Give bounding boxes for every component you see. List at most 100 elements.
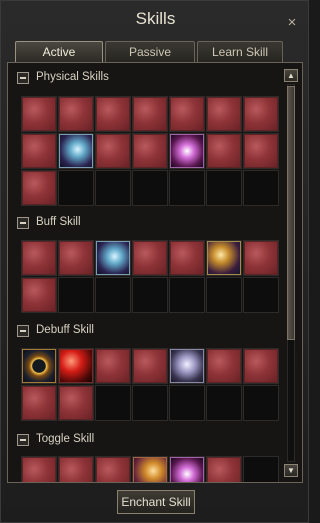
skill-slot	[21, 133, 57, 169]
skill-icon[interactable]	[170, 457, 204, 482]
skill-slot	[95, 277, 131, 313]
skill-slot	[21, 348, 57, 384]
skill-slot	[21, 385, 57, 421]
skill-icon[interactable]	[22, 241, 56, 275]
skill-icon[interactable]	[59, 349, 93, 383]
skill-slot	[58, 240, 94, 276]
skill-slot	[95, 133, 131, 169]
skills-window: Skills × Active Passive Learn Skill Phys…	[0, 0, 309, 523]
skill-icon[interactable]	[59, 386, 93, 420]
skill-icon[interactable]	[170, 241, 204, 275]
collapse-toggle-icon[interactable]	[17, 434, 29, 446]
skill-slot	[132, 96, 168, 132]
skill-slot	[206, 277, 242, 313]
skill-slot	[58, 96, 94, 132]
skill-slot	[206, 170, 242, 206]
skill-icon[interactable]	[133, 457, 167, 482]
skill-icon[interactable]	[96, 349, 130, 383]
skill-list-content: Physical Skills Buff Skill Debuff Skill …	[17, 63, 283, 482]
skill-icon[interactable]	[244, 134, 278, 168]
skill-icon[interactable]	[170, 349, 204, 383]
skill-icon[interactable]	[244, 241, 278, 275]
skill-icon[interactable]	[207, 97, 241, 131]
scroll-up-arrow-icon[interactable]: ▲	[284, 69, 298, 82]
skill-icon[interactable]	[170, 134, 204, 168]
skill-icon[interactable]	[96, 97, 130, 131]
close-icon[interactable]: ×	[284, 15, 300, 31]
skill-icon[interactable]	[22, 349, 56, 383]
skill-slot	[21, 240, 57, 276]
skill-slot	[243, 96, 279, 132]
skill-grid-physical	[21, 96, 279, 206]
skill-slot	[169, 277, 205, 313]
skill-icon[interactable]	[96, 134, 130, 168]
skill-slot	[243, 277, 279, 313]
section-label: Debuff Skill	[36, 324, 94, 336]
skill-grid-buff	[21, 240, 279, 313]
enchant-skill-button[interactable]: Enchant Skill	[117, 490, 195, 514]
scroll-down-arrow-icon[interactable]: ▼	[284, 464, 298, 477]
skill-slot	[243, 133, 279, 169]
skill-slot	[206, 133, 242, 169]
skill-slot	[58, 133, 94, 169]
section-label: Buff Skill	[36, 216, 81, 228]
skill-slot	[206, 385, 242, 421]
collapse-toggle-icon[interactable]	[17, 72, 29, 84]
skill-slot	[169, 96, 205, 132]
skill-grid-toggle	[21, 456, 279, 482]
skill-slot	[58, 456, 94, 482]
tab-passive[interactable]: Passive	[105, 41, 195, 62]
skill-icon[interactable]	[59, 241, 93, 275]
skill-icon[interactable]	[133, 97, 167, 131]
skill-icon[interactable]	[244, 349, 278, 383]
skill-icon[interactable]	[133, 349, 167, 383]
skill-icon[interactable]	[170, 97, 204, 131]
skill-icon[interactable]	[22, 171, 56, 205]
skill-slot	[169, 240, 205, 276]
skill-icon[interactable]	[22, 134, 56, 168]
skill-icon[interactable]	[59, 134, 93, 168]
skill-icon[interactable]	[207, 134, 241, 168]
skill-slot	[132, 170, 168, 206]
skill-slot	[58, 277, 94, 313]
skill-icon[interactable]	[133, 241, 167, 275]
skill-slot	[21, 170, 57, 206]
skill-slot	[21, 277, 57, 313]
scroll-thumb[interactable]	[287, 86, 295, 340]
skill-icon[interactable]	[59, 457, 93, 482]
collapse-toggle-icon[interactable]	[17, 217, 29, 229]
tab-active[interactable]: Active	[15, 41, 103, 62]
skill-icon[interactable]	[207, 349, 241, 383]
skill-icon[interactable]	[207, 241, 241, 275]
skill-slot	[132, 240, 168, 276]
skill-slot	[132, 348, 168, 384]
skill-icon[interactable]	[22, 278, 56, 312]
skill-icon[interactable]	[22, 386, 56, 420]
skill-slot	[169, 456, 205, 482]
skill-slot	[243, 385, 279, 421]
skill-icon[interactable]	[22, 457, 56, 482]
collapse-toggle-icon[interactable]	[17, 325, 29, 337]
skill-icon[interactable]	[244, 97, 278, 131]
window-title: Skills	[135, 9, 176, 28]
skill-slot	[206, 96, 242, 132]
skill-grid-debuff	[21, 348, 279, 421]
skill-slot	[95, 385, 131, 421]
section-label: Toggle Skill	[36, 433, 95, 445]
scrollbar[interactable]: ▲ ▼	[284, 69, 298, 477]
skill-icon[interactable]	[22, 97, 56, 131]
skill-list-panel: Physical Skills Buff Skill Debuff Skill …	[7, 62, 303, 483]
skill-icon[interactable]	[96, 241, 130, 275]
skill-icon[interactable]	[133, 134, 167, 168]
skill-slot	[21, 456, 57, 482]
tab-learn-skill[interactable]: Learn Skill	[197, 41, 283, 62]
skill-slot	[206, 348, 242, 384]
skill-slot	[169, 133, 205, 169]
skill-slot	[95, 96, 131, 132]
skill-icon[interactable]	[59, 97, 93, 131]
skill-slot	[21, 96, 57, 132]
skill-slot	[132, 385, 168, 421]
skill-icon[interactable]	[96, 457, 130, 482]
section-label: Physical Skills	[36, 71, 109, 83]
skill-icon[interactable]	[207, 457, 241, 482]
